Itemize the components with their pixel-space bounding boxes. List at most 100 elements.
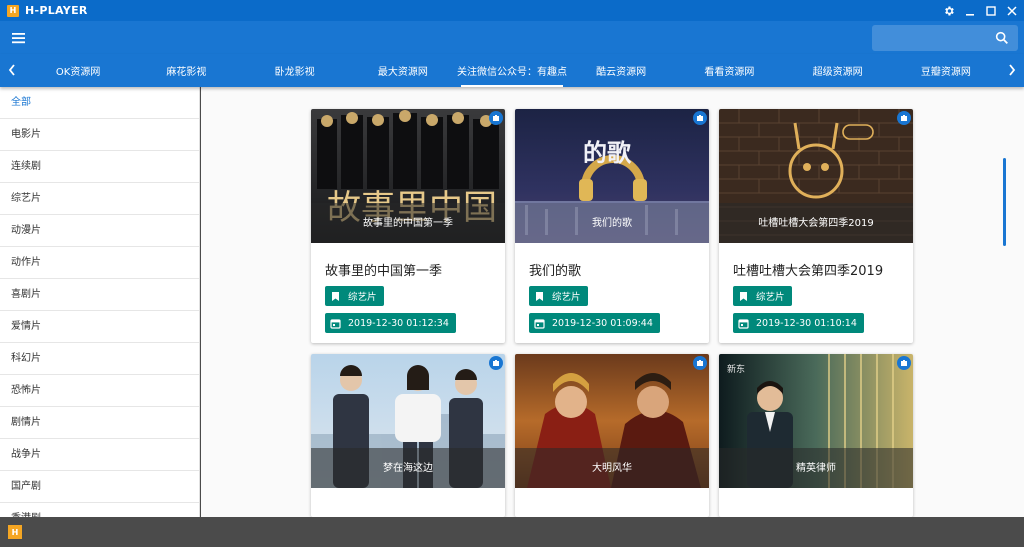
video-grid: 故事里中国 故事里的中国第一季 故事里的中国第一季 综艺片 2019-12-30… — [201, 87, 1024, 517]
bottom-app-logo[interactable]: H — [8, 525, 22, 539]
video-poster[interactable]: 吐槽吐槽大会第四季2019 — [719, 109, 913, 243]
updated-date: 2019-12-30 01:09:44 — [552, 317, 653, 329]
bookmark-icon — [534, 291, 545, 302]
tabs-scroll-left-button[interactable] — [5, 62, 19, 78]
poster-caption: 精英律师 — [796, 463, 836, 474]
tabs-scroll-right-button[interactable] — [1005, 62, 1019, 78]
search-icon — [995, 31, 1008, 44]
menu-button[interactable] — [10, 29, 28, 47]
tab-douban[interactable]: 豆瓣资源网 — [892, 54, 1000, 87]
poster-caption: 故事里的中国第一季 — [363, 218, 453, 229]
chevron-left-icon — [8, 64, 15, 76]
video-card[interactable]: 新东 精英律师 — [719, 354, 913, 517]
source-badge-icon — [693, 356, 707, 370]
sidebar-item-action[interactable]: 动作片 — [0, 247, 199, 279]
tab-kuyun[interactable]: 酷云资源网 — [567, 54, 675, 87]
tab-mahua[interactable]: 麻花影视 — [132, 54, 240, 87]
sidebar-item-variety[interactable]: 综艺片 — [0, 183, 199, 215]
source-badge-icon — [489, 111, 503, 125]
bookmark-icon — [330, 291, 341, 302]
source-badge-icon — [489, 356, 503, 370]
date-chip: 2019-12-30 01:09:44 — [529, 313, 660, 333]
content-scrollbar[interactable] — [1003, 158, 1006, 246]
app-bar — [0, 21, 1024, 54]
svg-text:新东: 新东 — [727, 363, 745, 375]
category-chip: 综艺片 — [733, 286, 792, 306]
poster-caption: 我们的歌 — [592, 218, 632, 229]
calendar-icon — [330, 318, 341, 329]
category-label: 综艺片 — [756, 292, 785, 303]
settings-button[interactable] — [940, 0, 958, 21]
date-chip: 2019-12-30 01:10:14 — [733, 313, 864, 333]
date-chip: 2019-12-30 01:12:34 — [325, 313, 456, 333]
video-poster[interactable]: 新东 精英律师 — [719, 354, 913, 488]
maximize-icon — [986, 5, 996, 16]
video-card[interactable]: 的歌 我们的歌 我们的歌 综艺片 2019-12-30 01:09:44 — [515, 109, 709, 343]
close-icon — [1007, 5, 1017, 16]
source-tabs: OK资源网 麻花影视 卧龙影视 最大资源网 关注微信公众号：有趣点 酷云资源网 … — [24, 54, 1000, 87]
video-title: 我们的歌 — [529, 264, 582, 279]
source-badge-icon — [897, 111, 911, 125]
video-card[interactable]: 吐槽吐槽大会第四季2019 吐槽吐槽大会第四季2019 综艺片 2019-12-… — [719, 109, 913, 343]
search-input[interactable] — [878, 29, 986, 47]
app-logo: H — [7, 4, 19, 17]
poster-caption: 梦在海这边 — [383, 463, 433, 474]
video-card[interactable]: 故事里中国 故事里的中国第一季 故事里的中国第一季 综艺片 2019-12-30… — [311, 109, 505, 343]
video-poster[interactable]: 大明风华 — [515, 354, 709, 488]
calendar-icon — [534, 318, 545, 329]
window-titlebar: H H-PLAYER — [0, 0, 1024, 21]
window-title: H-PLAYER — [25, 4, 88, 17]
bookmark-icon — [738, 291, 749, 302]
sidebar-item-scifi[interactable]: 科幻片 — [0, 343, 199, 375]
minimize-button[interactable] — [961, 0, 979, 21]
video-poster[interactable]: 梦在海这边 — [311, 354, 505, 488]
tab-kankan[interactable]: 看看资源网 — [675, 54, 783, 87]
gear-icon — [945, 6, 954, 15]
sidebar-item-hongkong[interactable]: 香港剧 — [0, 503, 199, 517]
search-button[interactable] — [994, 30, 1010, 46]
source-badge-icon — [693, 111, 707, 125]
sidebar-item-war[interactable]: 战争片 — [0, 439, 199, 471]
tab-chaoji[interactable]: 超级资源网 — [784, 54, 892, 87]
tab-ok[interactable]: OK资源网 — [24, 54, 132, 87]
sidebar-item-anime[interactable]: 动漫片 — [0, 215, 199, 247]
sidebar-item-series[interactable]: 连续剧 — [0, 151, 199, 183]
video-title: 故事里的中国第一季 — [325, 264, 443, 279]
sidebar-item-romance[interactable]: 爱情片 — [0, 311, 199, 343]
sidebar-item-domestic[interactable]: 国产剧 — [0, 471, 199, 503]
video-poster[interactable]: 的歌 我们的歌 — [515, 109, 709, 243]
hamburger-menu-icon — [12, 33, 25, 44]
video-poster[interactable]: 故事里中国 故事里的中国第一季 — [311, 109, 505, 243]
svg-text:的歌: 的歌 — [583, 139, 632, 167]
category-label: 综艺片 — [348, 292, 377, 303]
close-button[interactable] — [1003, 0, 1021, 21]
source-badge-icon — [897, 356, 911, 370]
updated-date: 2019-12-30 01:12:34 — [348, 317, 449, 329]
source-tabbar: OK资源网 麻花影视 卧龙影视 最大资源网 关注微信公众号：有趣点 酷云资源网 … — [0, 54, 1024, 87]
category-chip: 综艺片 — [325, 286, 384, 306]
tab-wolong[interactable]: 卧龙影视 — [241, 54, 349, 87]
sidebar-item-horror[interactable]: 恐怖片 — [0, 375, 199, 407]
sidebar-item-movie[interactable]: 电影片 — [0, 119, 199, 151]
search-box — [872, 25, 1018, 51]
maximize-button[interactable] — [982, 0, 1000, 21]
window-controls — [940, 0, 1024, 21]
category-chip: 综艺片 — [529, 286, 588, 306]
minimize-icon — [966, 13, 974, 16]
tab-zuida[interactable]: 最大资源网 — [349, 54, 457, 87]
tab-wechat[interactable]: 关注微信公众号：有趣点 — [457, 54, 567, 87]
poster-caption: 大明风华 — [592, 463, 632, 474]
video-card[interactable]: 大明风华 — [515, 354, 709, 517]
calendar-icon — [738, 318, 749, 329]
category-sidebar: 全部 电影片 连续剧 综艺片 动漫片 动作片 喜剧片 爱情片 科幻片 恐怖片 剧… — [0, 87, 200, 517]
sidebar-item-drama[interactable]: 剧情片 — [0, 407, 199, 439]
video-card[interactable]: 梦在海这边 — [311, 354, 505, 517]
sidebar-item-all[interactable]: 全部 — [0, 87, 199, 119]
sidebar-item-comedy[interactable]: 喜剧片 — [0, 279, 199, 311]
bottom-bar: H — [0, 517, 1024, 547]
chevron-right-icon — [1009, 64, 1016, 76]
category-label: 综艺片 — [552, 292, 581, 303]
poster-caption: 吐槽吐槽大会第四季2019 — [758, 218, 874, 229]
updated-date: 2019-12-30 01:10:14 — [756, 317, 857, 329]
video-title: 吐槽吐槽大会第四季2019 — [733, 264, 884, 279]
